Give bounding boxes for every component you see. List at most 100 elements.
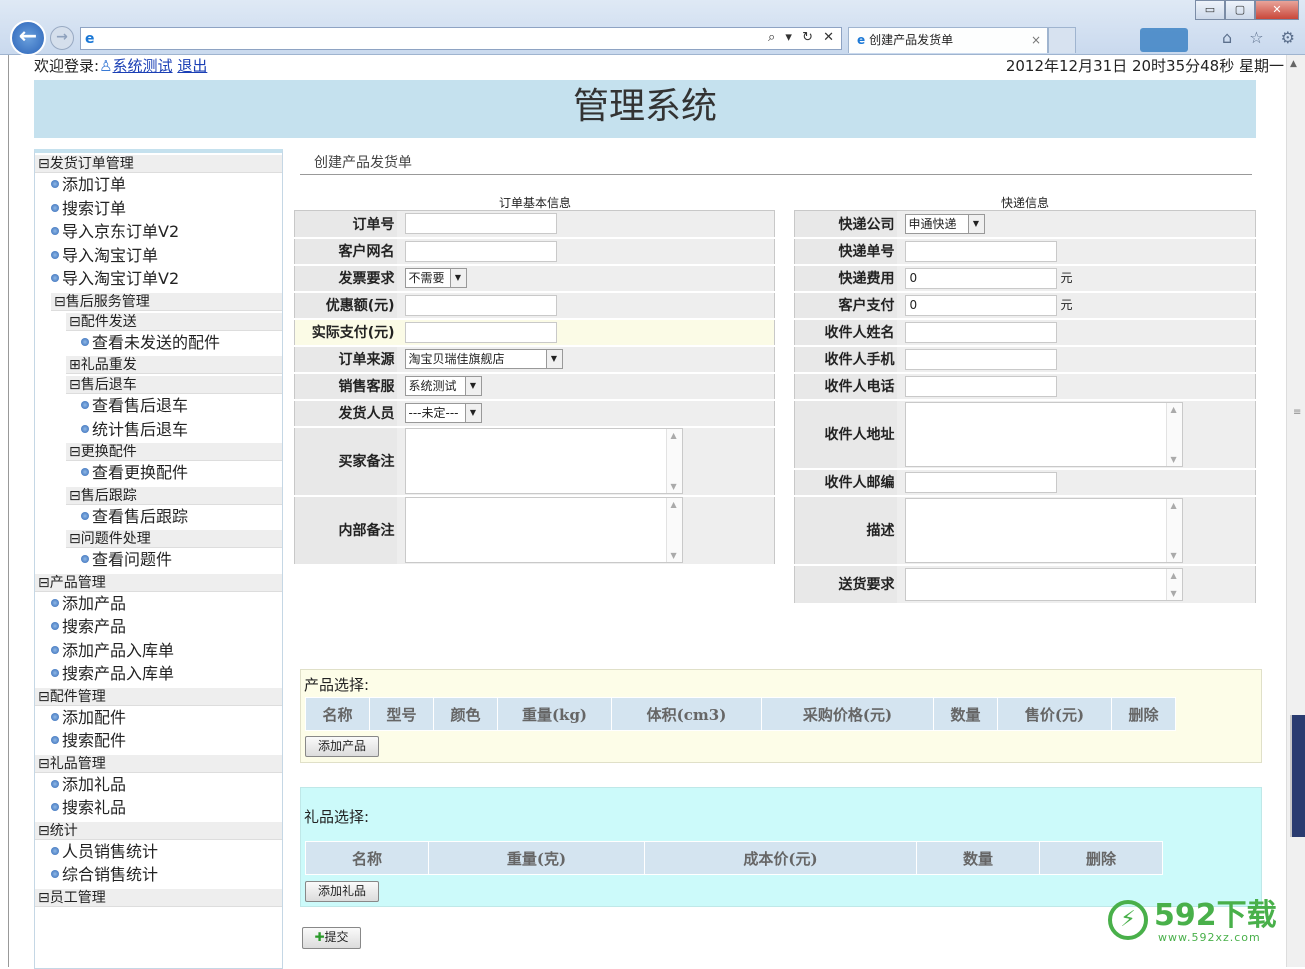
select-dropdown[interactable]: 淘宝贝瑞佳旗舰店 ▼ — [404, 349, 563, 369]
select-dropdown[interactable]: 系统测试 ▼ — [404, 376, 482, 396]
field-value: 淘宝贝瑞佳旗舰店 ▼ — [396, 345, 775, 374]
sidebar-item[interactable]: 添加订单 — [51, 173, 282, 197]
address-bar[interactable]: e ⌕ ▾ ↻ ✕ — [80, 27, 842, 50]
sidebar-item[interactable]: 搜索配件 — [51, 729, 282, 753]
column-header: 重量(克) — [428, 841, 645, 875]
sidebar-item[interactable]: 添加产品 — [51, 592, 282, 616]
select-value: 申通快递 — [908, 216, 957, 231]
logout-link[interactable]: 退出 — [177, 57, 207, 75]
textarea[interactable]: ▲ ▼ — [904, 497, 1183, 563]
sidebar-item[interactable]: 搜索礼品 — [51, 796, 282, 820]
sidebar-item[interactable]: 统计售后退车 — [81, 418, 282, 442]
browser-tab[interactable]: e 创建产品发货单 × — [848, 27, 1048, 53]
add-gift-button[interactable]: 添加礼品 — [305, 881, 379, 902]
select-dropdown[interactable]: 不需要 ▼ — [404, 268, 467, 288]
sidebar-group[interactable]: ⊟员工管理 — [35, 888, 282, 907]
bullet-icon — [51, 846, 59, 855]
textarea-scrollbar[interactable]: ▲ ▼ — [665, 498, 682, 562]
textarea[interactable]: ▲ ▼ — [904, 401, 1183, 467]
sidebar-item[interactable]: 搜索订单 — [51, 197, 282, 221]
text-input[interactable] — [404, 294, 557, 316]
sidebar-group[interactable]: ⊟统计 — [35, 821, 282, 840]
textarea-scrollbar[interactable]: ▲ ▼ — [1165, 568, 1182, 600]
sidebar-item[interactable]: 查看售后跟踪 — [81, 505, 282, 529]
field-value — [896, 318, 1256, 347]
sidebar-group[interactable]: ⊟礼品管理 — [35, 754, 282, 773]
sidebar-group[interactable]: ⊟更换配件 — [66, 443, 282, 461]
sidebar-item[interactable]: 搜索产品 — [51, 615, 282, 639]
scroll-up-icon[interactable]: ▲ — [1290, 59, 1297, 69]
sidebar-item[interactable]: 综合销售统计 — [51, 863, 282, 887]
close-window-button[interactable]: ✕ — [1255, 0, 1299, 20]
form-row: 实际支付(元) — [294, 318, 775, 347]
sidebar-item[interactable]: 查看更换配件 — [81, 461, 282, 485]
text-input[interactable] — [404, 213, 557, 235]
sidebar: ⊟发货订单管理 添加订单 搜索订单 导入京东订单V2 导入淘宝订单 导入淘宝订单V2 ⊟售后… — [34, 149, 283, 969]
text-input[interactable]: 0 — [904, 267, 1057, 289]
submit-label: 提交 — [324, 930, 349, 944]
textarea[interactable]: ▲ ▼ — [904, 567, 1183, 601]
datetime: 2012年12月31日 20时35分48秒 星期一 — [1005, 57, 1284, 75]
field-label: 实际支付(元) — [294, 318, 397, 347]
field-label: 收件人邮编 — [794, 468, 897, 497]
close-tab-icon[interactable]: × — [1031, 28, 1041, 52]
sidebar-item[interactable]: 搜索产品入库单 — [51, 662, 282, 686]
text-input[interactable] — [904, 348, 1057, 370]
sidebar-group[interactable]: ⊟售后退车 — [66, 376, 282, 394]
scroll-thumb-grip[interactable]: ≡ — [1293, 407, 1301, 418]
text-input[interactable] — [404, 321, 557, 343]
text-input[interactable] — [904, 321, 1057, 343]
sidebar-item[interactable]: 添加配件 — [51, 706, 282, 730]
text-input[interactable] — [904, 471, 1057, 493]
sidebar-group[interactable]: ⊟配件发送 — [66, 312, 282, 331]
textarea-scrollbar[interactable]: ▲ ▼ — [1165, 498, 1182, 562]
sidebar-item[interactable]: 查看未发送的配件 — [81, 331, 282, 355]
select-dropdown[interactable]: ---未定--- ▼ — [404, 403, 482, 423]
textarea[interactable]: ▲ ▼ — [404, 497, 683, 563]
submit-button[interactable]: ✚提交 — [302, 927, 361, 949]
sidebar-group[interactable]: ⊟配件管理 — [35, 687, 282, 706]
product-section: 产品选择: 名称 型号 颜色 重量(kg) 体积(cm3) 采购价格(元) 数量 售价(元) 删… — [300, 669, 1262, 763]
text-input[interactable] — [904, 375, 1057, 397]
textarea-scrollbar[interactable]: ▲ ▼ — [665, 429, 682, 493]
maximize-button[interactable]: ▢ — [1225, 0, 1255, 20]
browser-toolbar-icons[interactable]: ⌂ ☆ ⚙ — [1222, 28, 1301, 47]
field-value: 申通快递 ▼ — [896, 210, 1256, 239]
text-input[interactable] — [404, 240, 557, 262]
sidebar-group[interactable]: ⊟售后跟踪 — [66, 486, 282, 505]
search-box[interactable] — [1140, 28, 1188, 52]
sidebar-item[interactable]: 添加礼品 — [51, 773, 282, 797]
sidebar-item[interactable]: 查看问题件 — [81, 548, 282, 572]
sidebar-item[interactable]: 查看售后退车 — [81, 394, 282, 418]
sidebar-item[interactable]: 人员销售统计 — [51, 840, 282, 864]
new-tab-button[interactable] — [1048, 27, 1076, 53]
back-button[interactable]: ← — [10, 20, 46, 56]
page-content: 欢迎登录:♙系统测试 退出 2012年12月31日 20时35分48秒 星期一 … — [8, 55, 1286, 969]
sidebar-item[interactable]: 导入淘宝订单V2 — [51, 267, 282, 291]
text-input[interactable]: 0 — [904, 294, 1057, 316]
add-product-button[interactable]: 添加产品 — [305, 736, 379, 757]
bullet-icon — [81, 511, 89, 520]
sidebar-item[interactable]: 导入淘宝订单 — [51, 244, 282, 268]
field-value: ▲ ▼ — [896, 564, 1256, 605]
user-link[interactable]: 系统测试 — [113, 57, 173, 75]
sidebar-group[interactable]: ⊟产品管理 — [35, 573, 282, 592]
text-input[interactable] — [904, 240, 1057, 262]
divider — [300, 174, 1252, 175]
address-tools[interactable]: ⌕ ▾ ↻ ✕ — [768, 30, 837, 45]
sidebar-item[interactable]: 添加产品入库单 — [51, 639, 282, 663]
sidebar-label: 搜索产品 — [62, 617, 127, 636]
textarea[interactable]: ▲ ▼ — [404, 428, 683, 494]
select-value: 不需要 — [408, 271, 445, 285]
minimize-button[interactable]: ▭ — [1195, 0, 1225, 20]
sidebar-group[interactable]: ⊟发货订单管理 — [35, 155, 282, 173]
sidebar-item[interactable]: 导入京东订单V2 — [51, 220, 282, 244]
textarea-scrollbar[interactable]: ▲ ▼ — [1165, 402, 1182, 466]
field-label: 买家备注 — [294, 426, 397, 497]
select-dropdown[interactable]: 申通快递 ▼ — [904, 213, 985, 234]
gift-section: 礼品选择: 名称 重量(克) 成本价(元) 数量 删除 添加礼品 — [300, 787, 1262, 907]
sidebar-group[interactable]: ⊟售后服务管理 — [51, 292, 282, 311]
sidebar-group[interactable]: ⊟问题件处理 — [66, 530, 282, 548]
sidebar-group[interactable]: ⊞礼品重发 — [66, 356, 282, 374]
forward-button[interactable]: → — [50, 26, 74, 50]
